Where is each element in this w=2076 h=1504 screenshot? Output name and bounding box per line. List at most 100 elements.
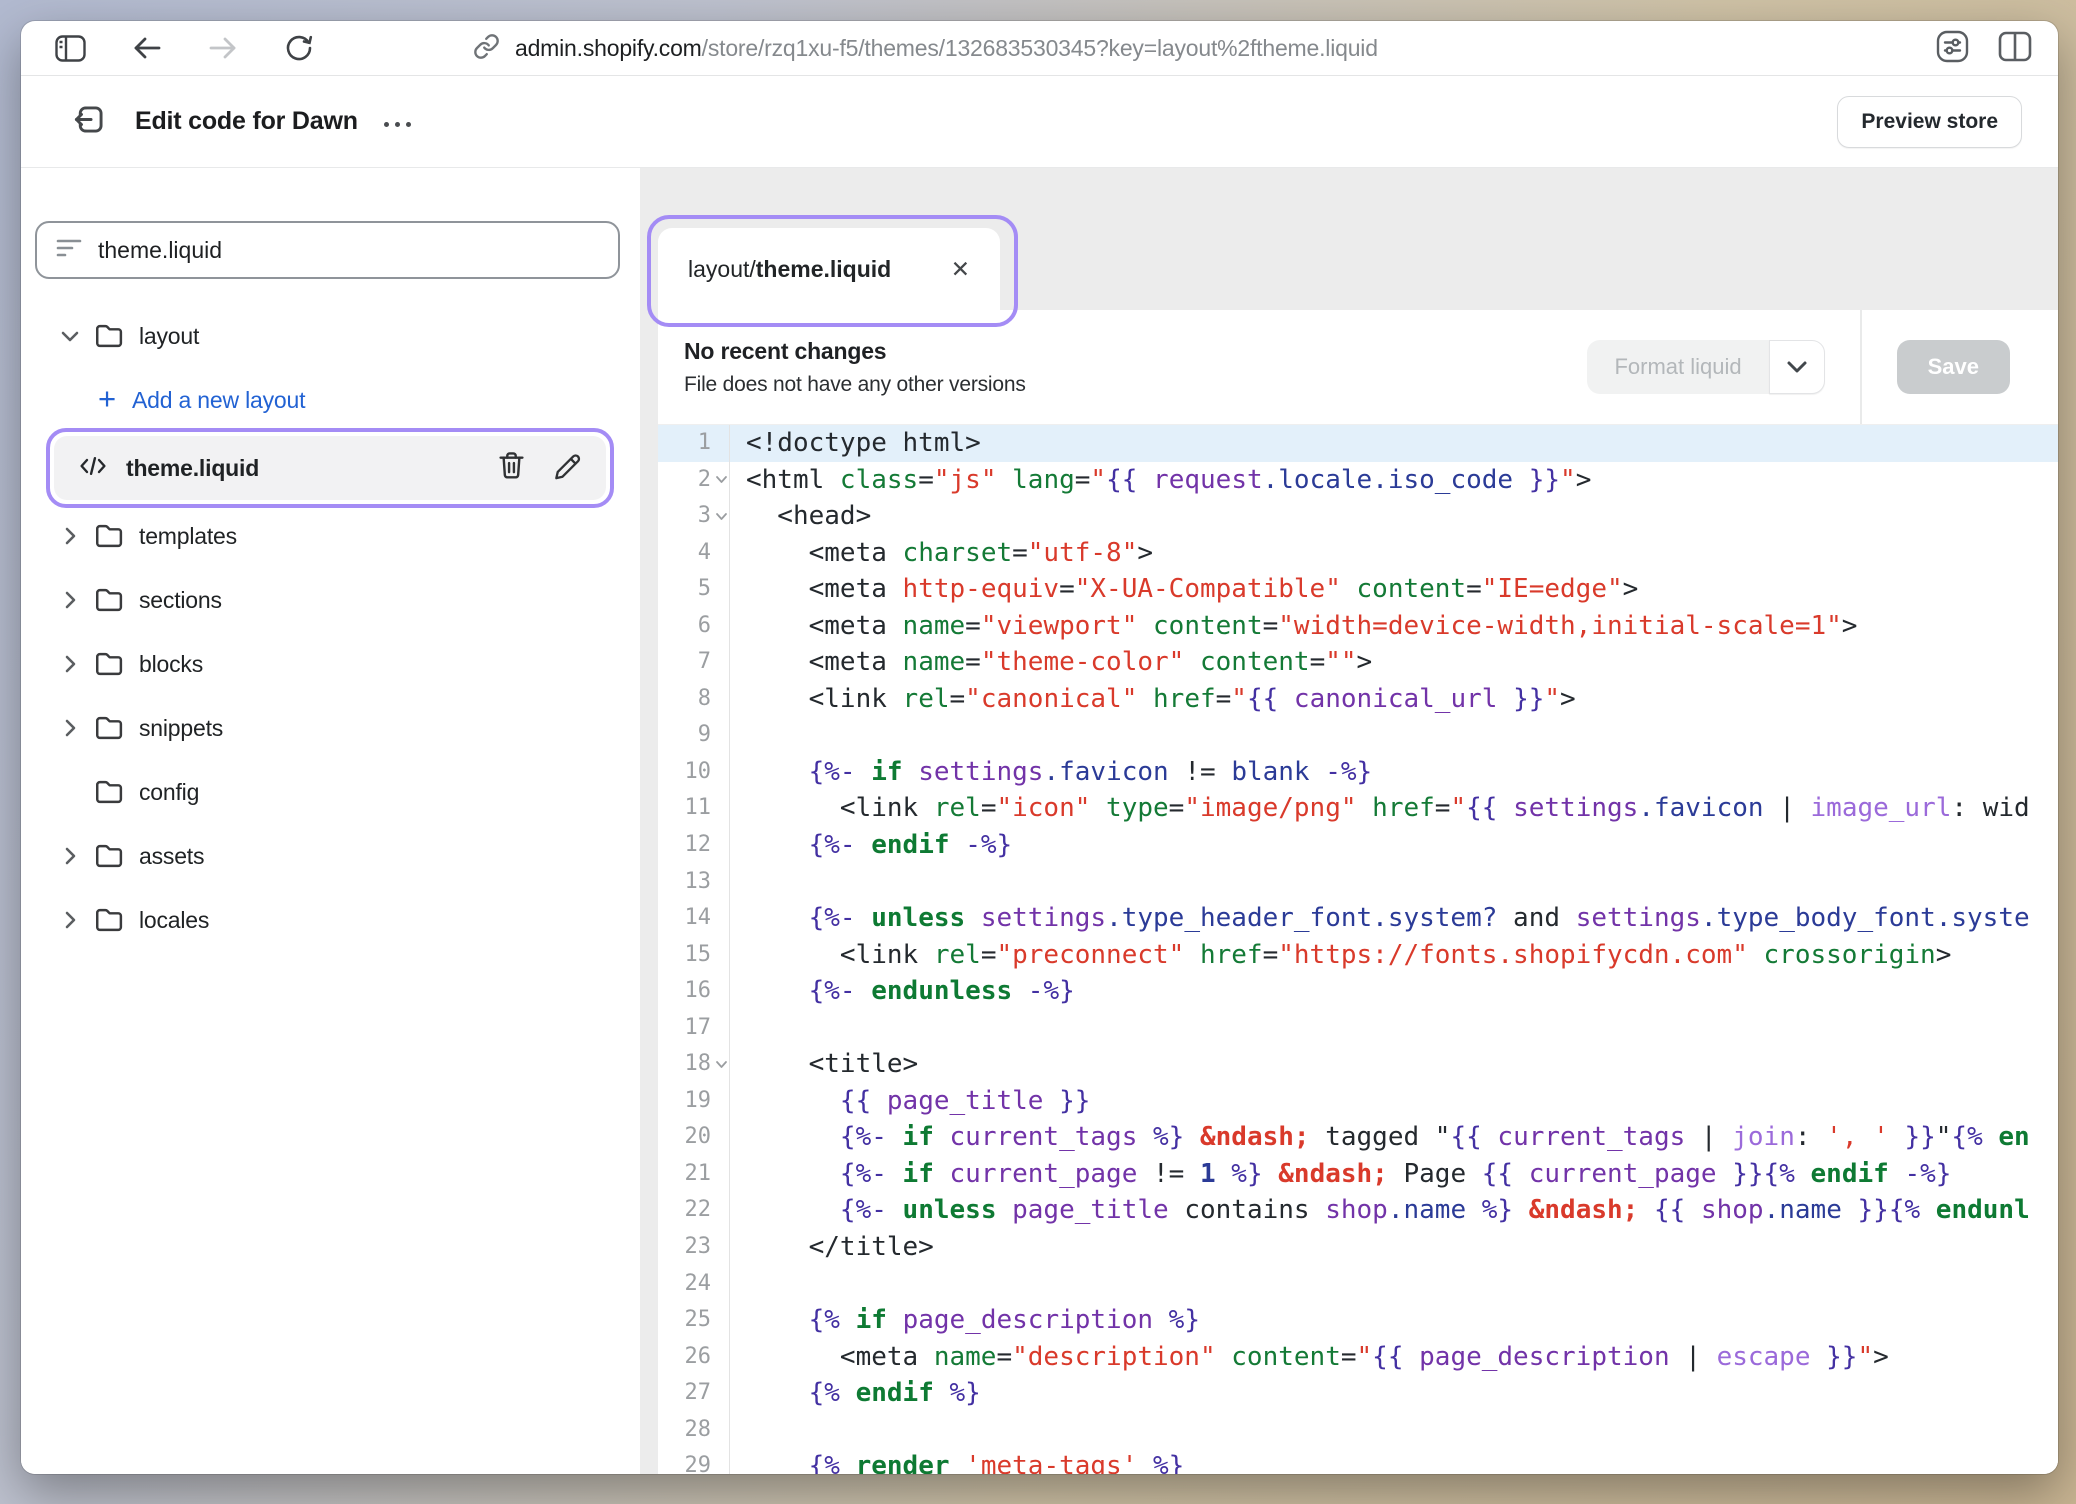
sidebar-item-snippets[interactable]: snippets (35, 696, 620, 760)
tab-theme-liquid[interactable]: layout/theme.liquid ✕ (658, 228, 1000, 310)
code-line[interactable]: 6 <meta name="viewport" content="width=d… (658, 608, 2058, 645)
line-number: 27 (658, 1375, 730, 1412)
rename-file-icon[interactable] (554, 452, 582, 485)
split-view-icon[interactable] (1998, 31, 2032, 67)
folder-icon (94, 843, 124, 869)
extensions-icon[interactable] (1935, 29, 1970, 69)
line-number: 8 (658, 681, 730, 718)
line-number: 9 (658, 717, 730, 754)
sidebar-item-templates[interactable]: templates (35, 504, 620, 568)
line-number: 14 (658, 900, 730, 937)
line-number: 24 (658, 1266, 730, 1303)
line-number: 29 (658, 1448, 730, 1474)
toolbar-divider (1860, 310, 1862, 424)
code-line[interactable]: 10 {%- if settings.favicon != blank -%} (658, 754, 2058, 791)
code-line[interactable]: 28 (658, 1412, 2058, 1449)
format-liquid-button[interactable]: Format liquid (1587, 340, 1768, 394)
format-liquid-dropdown[interactable] (1769, 340, 1825, 394)
forward-button[interactable] (208, 35, 238, 61)
browser-toolbar: admin.shopify.com/store/rzq1xu-f5/themes… (21, 21, 2058, 76)
code-line[interactable]: 5 <meta http-equiv="X-UA-Compatible" con… (658, 571, 2058, 608)
browser-window: admin.shopify.com/store/rzq1xu-f5/themes… (21, 21, 2058, 1474)
action-label: Add a new layout (132, 387, 305, 414)
file-search-input[interactable] (98, 237, 599, 264)
line-number: 28 (658, 1412, 730, 1449)
line-number: 21 (658, 1156, 730, 1193)
code-line[interactable]: 20 {%- if current_tags %} &ndash; tagged… (658, 1119, 2058, 1156)
chevron-down-icon[interactable] (59, 330, 81, 343)
line-number: 25 (658, 1302, 730, 1339)
chevron-right-icon[interactable] (59, 526, 81, 546)
folder-label: assets (139, 843, 204, 870)
chevron-right-icon[interactable] (59, 910, 81, 930)
save-button[interactable]: Save (1897, 340, 2010, 394)
folder-icon (94, 523, 124, 549)
plus-icon: + (92, 383, 122, 414)
editor-area: layout/theme.liquid ✕ No recent changes … (640, 168, 2058, 1474)
code-line[interactable]: 18 <title> (658, 1046, 2058, 1083)
sidebar-toggle-icon[interactable] (55, 35, 86, 62)
sidebar-item-theme-liquid[interactable]: theme.liquid (54, 436, 606, 500)
sidebar-item-assets[interactable]: assets (35, 824, 620, 888)
code-line[interactable]: 13 (658, 864, 2058, 901)
code-line[interactable]: 11 <link rel="icon" type="image/png" hre… (658, 790, 2058, 827)
code-line[interactable]: 19 {{ page_title }} (658, 1083, 2058, 1120)
code-line[interactable]: 12 {%- endif -%} (658, 827, 2058, 864)
code-line[interactable]: 1<!doctype html> (658, 425, 2058, 462)
folder-icon (94, 323, 124, 349)
chevron-right-icon[interactable] (59, 846, 81, 866)
file-search-box[interactable] (35, 221, 620, 279)
code-line[interactable]: 22 {%- unless page_title contains shop.n… (658, 1192, 2058, 1229)
sidebar-item-blocks[interactable]: blocks (35, 632, 620, 696)
line-number: 3 (658, 498, 730, 535)
overflow-menu-button[interactable] (384, 122, 411, 127)
url-bar[interactable]: admin.shopify.com/store/rzq1xu-f5/themes… (473, 21, 1378, 76)
reload-button[interactable] (284, 33, 314, 63)
back-button[interactable] (132, 35, 162, 61)
fold-toggle-icon[interactable] (715, 498, 728, 535)
code-line[interactable]: 4 <meta charset="utf-8"> (658, 535, 2058, 572)
line-number: 18 (658, 1046, 730, 1083)
chevron-right-icon[interactable] (59, 718, 81, 738)
sidebar-item-locales[interactable]: locales (35, 888, 620, 952)
line-number: 10 (658, 754, 730, 791)
code-line[interactable]: 14 {%- unless settings.type_header_font.… (658, 900, 2058, 937)
delete-file-icon[interactable] (498, 451, 525, 485)
code-line[interactable]: 27 {% endif %} (658, 1375, 2058, 1412)
tab-label: layout/theme.liquid (688, 256, 891, 283)
fold-toggle-icon[interactable] (715, 462, 728, 499)
code-line[interactable]: 21 {%- if current_page != 1 %} &ndash; P… (658, 1156, 2058, 1193)
tab-close-icon[interactable]: ✕ (951, 258, 970, 281)
add-new-layout-button[interactable]: + Add a new layout (35, 368, 620, 432)
folder-label: layout (139, 323, 199, 350)
line-number: 19 (658, 1083, 730, 1120)
code-line[interactable]: 17 (658, 1010, 2058, 1047)
exit-editor-button[interactable] (71, 101, 108, 143)
line-number: 26 (658, 1339, 730, 1376)
chevron-right-icon[interactable] (59, 590, 81, 610)
line-number: 13 (658, 864, 730, 901)
filter-icon (56, 237, 82, 264)
code-line[interactable]: 25 {% if page_description %} (658, 1302, 2058, 1339)
code-line[interactable]: 9 (658, 717, 2058, 754)
code-line[interactable]: 7 <meta name="theme-color" content=""> (658, 644, 2058, 681)
line-number: 22 (658, 1192, 730, 1229)
preview-store-button[interactable]: Preview store (1837, 96, 2022, 148)
code-line[interactable]: 2<html class="js" lang="{{ request.local… (658, 462, 2058, 499)
code-line[interactable]: 8 <link rel="canonical" href="{{ canonic… (658, 681, 2058, 718)
sidebar-item-sections[interactable]: sections (35, 568, 620, 632)
fold-toggle-icon[interactable] (715, 1046, 728, 1083)
sidebar-item-layout[interactable]: layout (35, 304, 620, 368)
sidebar-item-config[interactable]: config (35, 760, 620, 824)
file-sidebar: layout + Add a new layout theme.liquidtempl… (21, 168, 640, 1474)
code-line[interactable]: 26 <meta name="description" content="{{ … (658, 1339, 2058, 1376)
chevron-right-icon[interactable] (59, 654, 81, 674)
app-header: Edit code for Dawn Preview store (21, 76, 2058, 168)
code-line[interactable]: 15 <link rel="preconnect" href="https://… (658, 937, 2058, 974)
code-line[interactable]: 23 </title> (658, 1229, 2058, 1266)
code-line[interactable]: 29 {% render 'meta-tags' %} (658, 1448, 2058, 1474)
code-editor[interactable]: 1<!doctype html>2<html class="js" lang="… (658, 425, 2058, 1474)
code-line[interactable]: 3 <head> (658, 498, 2058, 535)
code-line[interactable]: 16 {%- endunless -%} (658, 973, 2058, 1010)
code-line[interactable]: 24 (658, 1266, 2058, 1303)
